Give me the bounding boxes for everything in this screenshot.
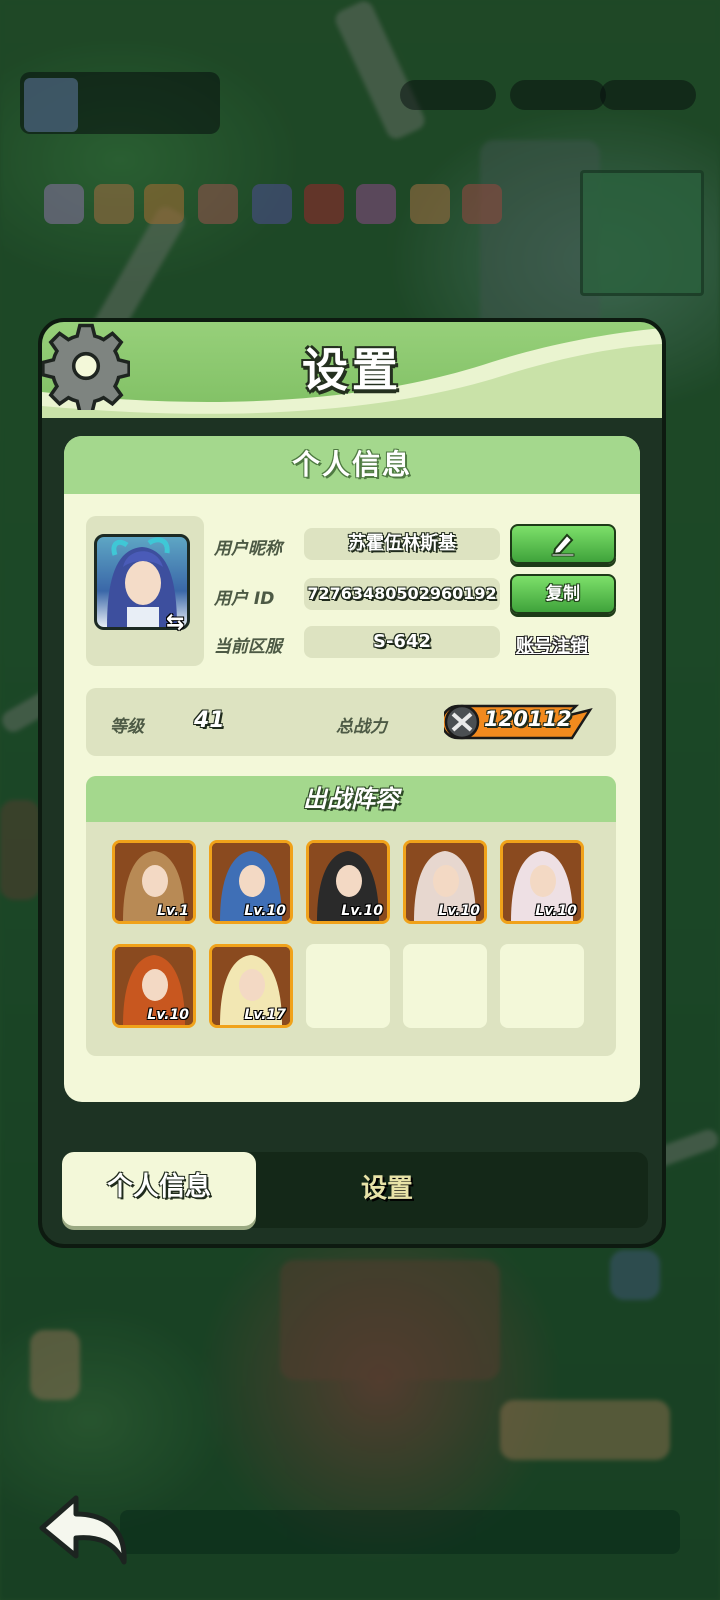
level-value: 41 — [194, 708, 225, 733]
dialog-title: 设置 — [302, 343, 402, 397]
hero-slot[interactable]: Lv.1 — [112, 840, 196, 924]
battle-lineup: 出战阵容 Lv.1 Lv.10 Lv.10 Lv.10 Lv.10 Lv.10 Lv.17 — [86, 776, 616, 1056]
empty-hero-slot[interactable] — [403, 944, 487, 1028]
power-label: 总战力 — [336, 717, 387, 737]
hero-slot[interactable]: Lv.10 — [209, 840, 293, 924]
chat-bar[interactable] — [120, 1510, 680, 1554]
tab-settings[interactable]: 设置 — [322, 1152, 452, 1226]
level-label: 等级 — [110, 717, 144, 737]
avatar-frame: ⇆ — [86, 516, 204, 666]
lineup-header: 出战阵容 — [86, 776, 616, 822]
user-id-label: 用户 ID — [214, 589, 275, 609]
swap-avatar-icon[interactable]: ⇆ — [166, 610, 198, 640]
hero-level: Lv.10 — [535, 903, 577, 919]
stats-row: 等级 41 总战力 120112 — [86, 688, 616, 756]
hero-level: Lv.10 — [147, 1007, 189, 1023]
hero-level: Lv.10 — [438, 903, 480, 919]
settings-dialog: 设置 个人信息 ⇆ 用户昵称 苏霍伍林斯基 用户 ID 727634805029… — [38, 318, 666, 1248]
hero-level: Lv.10 — [244, 903, 286, 919]
user-id-value: 72763480502960192 — [304, 578, 500, 610]
server-label: 当前区服 — [214, 637, 282, 657]
hero-slot[interactable]: Lv.10 — [306, 840, 390, 924]
pencil-icon — [551, 533, 575, 557]
server-value: S-642 — [304, 626, 500, 658]
account-deletion-link[interactable]: 账号注销 — [516, 632, 588, 658]
hero-slot[interactable]: Lv.10 — [500, 840, 584, 924]
hero-slot[interactable]: Lv.10 — [403, 840, 487, 924]
hero-level: Lv.1 — [157, 903, 189, 919]
power-value: 120112 — [484, 707, 572, 731]
empty-hero-slot[interactable] — [306, 944, 390, 1028]
nickname-label: 用户昵称 — [214, 539, 282, 559]
hero-level: Lv.10 — [341, 903, 383, 919]
copy-id-button[interactable]: 复制 — [510, 574, 616, 614]
profile-card-header: 个人信息 — [64, 436, 640, 494]
hero-slot[interactable]: Lv.17 — [209, 944, 293, 1028]
dialog-header: 设置 — [42, 322, 662, 418]
hero-slot[interactable]: Lv.10 — [112, 944, 196, 1028]
profile-card: 个人信息 ⇆ 用户昵称 苏霍伍林斯基 用户 ID 727634805029601… — [64, 436, 640, 1102]
tab-personal-info[interactable]: 个人信息 — [62, 1152, 256, 1226]
edit-nickname-button[interactable] — [510, 524, 616, 564]
power-badge: 120112 — [444, 702, 594, 742]
bottom-tabs: 个人信息 设置 — [62, 1152, 648, 1228]
hero-level: Lv.17 — [244, 1007, 286, 1023]
back-arrow-icon[interactable] — [36, 1492, 132, 1568]
empty-hero-slot[interactable] — [500, 944, 584, 1028]
nickname-value: 苏霍伍林斯基 — [304, 528, 500, 560]
